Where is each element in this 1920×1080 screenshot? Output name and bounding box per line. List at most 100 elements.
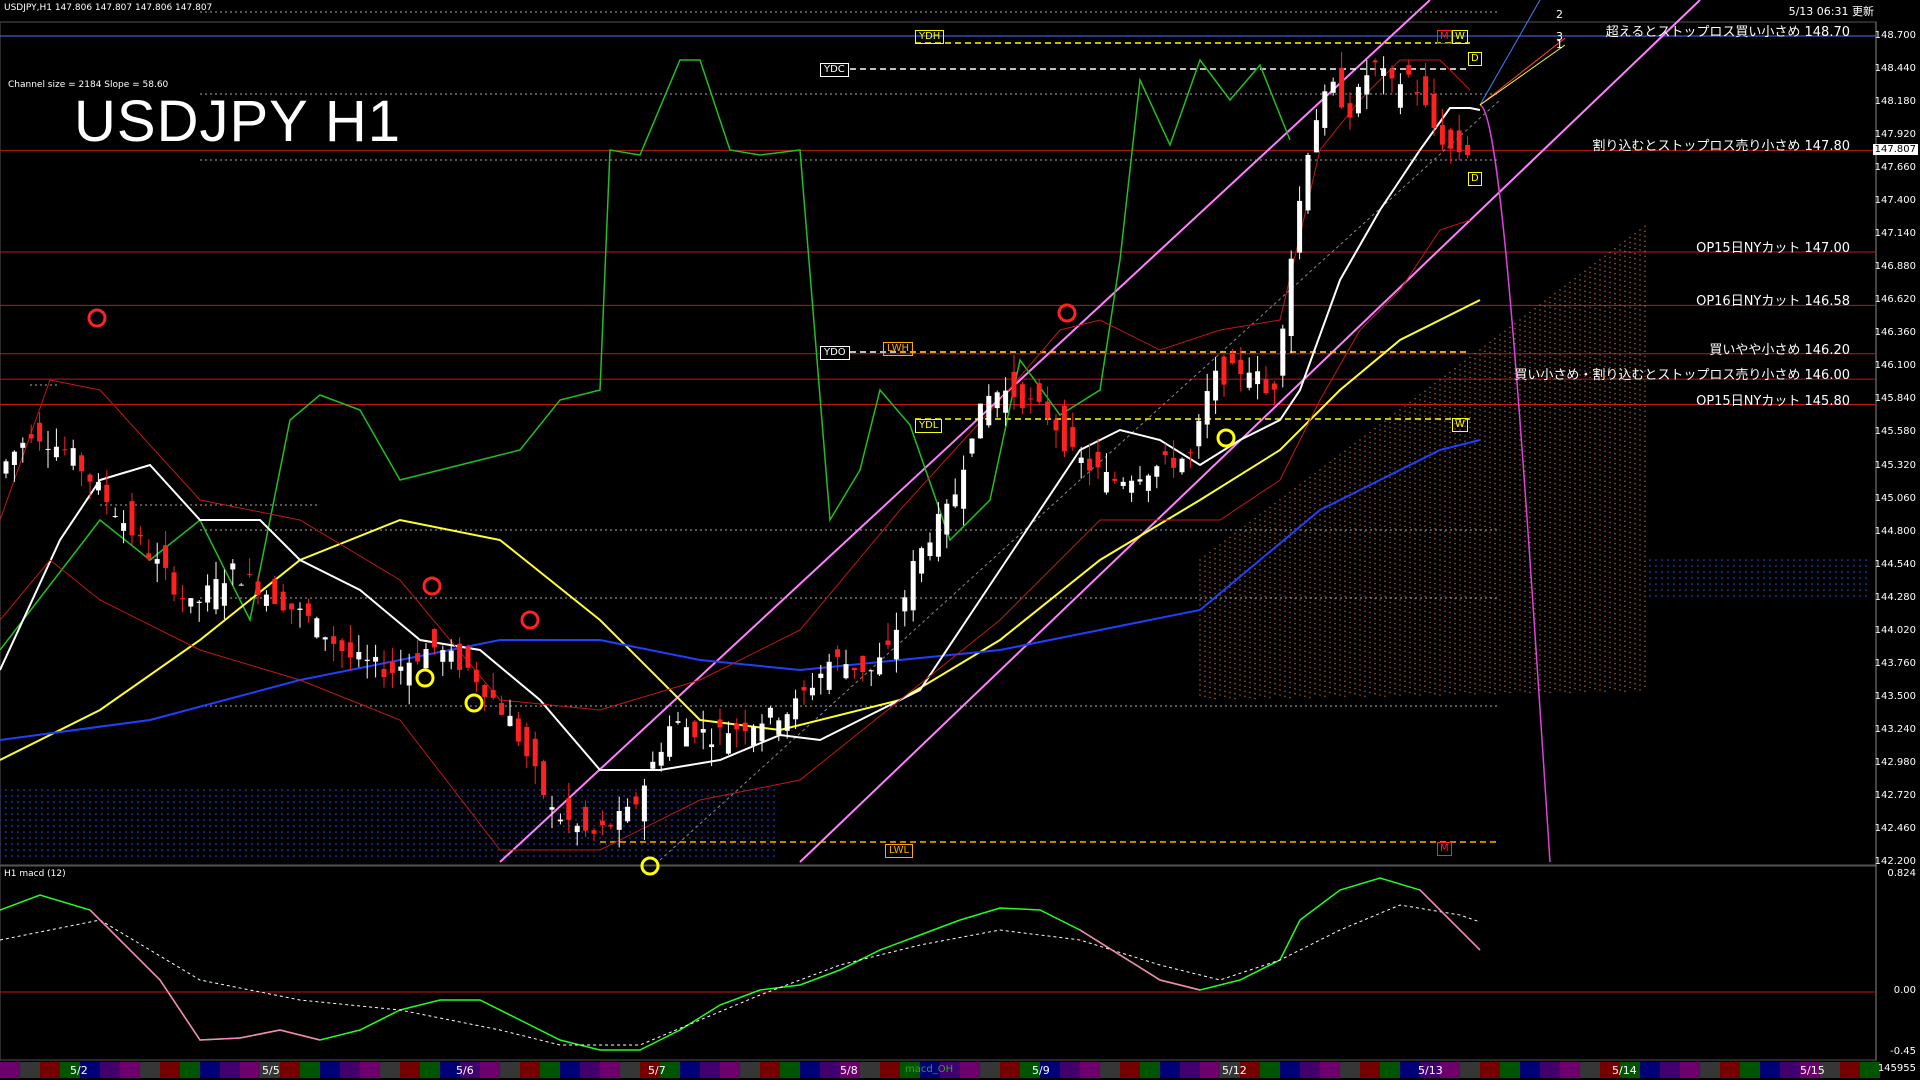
candle-body	[608, 824, 614, 827]
current-price-tag: 147.807	[1872, 144, 1918, 155]
price-chart[interactable]	[0, 0, 1920, 1080]
candle-body	[1070, 427, 1076, 447]
date-label: 5/13	[1418, 1064, 1443, 1077]
date-strip-block	[1320, 1062, 1340, 1078]
date-strip-block	[240, 1062, 260, 1078]
candle-body	[1204, 391, 1210, 425]
date-strip-block	[420, 1062, 440, 1078]
candle-body	[322, 637, 328, 640]
candle-body	[230, 563, 236, 570]
lwl-marker: LWL	[885, 844, 914, 858]
date-strip-block	[1500, 1062, 1520, 1078]
candle-body	[3, 461, 9, 474]
candle-body	[1196, 420, 1202, 447]
candle-body	[364, 659, 370, 662]
candle-body	[826, 661, 832, 690]
m-marker-top: M	[1437, 30, 1452, 44]
date-strip-block	[780, 1062, 800, 1078]
candle-body	[650, 761, 656, 769]
candle-body	[1406, 65, 1412, 75]
date-label: 5/7	[648, 1064, 666, 1077]
candle-body	[574, 825, 580, 833]
date-strip-block	[1640, 1062, 1660, 1078]
candle-body	[272, 578, 278, 605]
date-strip-block	[1740, 1062, 1760, 1078]
candle-body	[843, 664, 849, 679]
candle-body	[658, 751, 664, 766]
candle-body	[1112, 478, 1118, 481]
candle-body	[53, 446, 59, 458]
macd-falling	[1079, 929, 1201, 991]
candle-body	[877, 657, 883, 675]
candle-body	[952, 494, 958, 507]
date-label: 5/8	[840, 1064, 858, 1077]
date-strip-block	[1840, 1062, 1860, 1078]
candle-body	[776, 720, 782, 735]
chart-title: USDJPY H1	[74, 89, 402, 154]
candle-body	[751, 726, 757, 746]
level-annotation: 買い小さめ・割り込むとストップロス売り小さめ 146.00	[1514, 368, 1850, 384]
candle-body	[1162, 451, 1168, 456]
date-strip-block	[400, 1062, 420, 1078]
candle-body	[734, 723, 740, 730]
date-strip-block	[40, 1062, 60, 1078]
candle-body	[1103, 471, 1109, 493]
date-label: 5/6	[456, 1064, 474, 1077]
date-strip-block	[1080, 1062, 1100, 1078]
price-axis-tick: 143.500	[1874, 690, 1916, 702]
date-strip-block	[20, 1062, 40, 1078]
candle-body	[28, 434, 34, 439]
date-strip-block	[1480, 1062, 1500, 1078]
candle-body	[1313, 120, 1319, 153]
date-strip-block	[1300, 1062, 1320, 1078]
candle-body	[1322, 91, 1328, 128]
candle-body	[977, 403, 983, 439]
candle-body	[1129, 480, 1135, 493]
candle-body	[146, 553, 152, 559]
candle-body	[667, 726, 673, 757]
candle-body	[641, 785, 647, 822]
candle-body	[1423, 76, 1429, 106]
candle-body	[1456, 130, 1462, 153]
projection-line	[1479, 44, 1566, 106]
d-marker-bottom: D	[1468, 172, 1482, 186]
date-strip-block	[560, 1062, 580, 1078]
candle-body	[1011, 371, 1017, 398]
date-strip-block	[1520, 1062, 1540, 1078]
price-axis-tick: 142.720	[1874, 789, 1916, 801]
date-strip-block	[160, 1062, 180, 1078]
candle-body	[45, 448, 51, 450]
ydl-marker: YDL	[915, 419, 943, 433]
candle-body	[809, 687, 815, 696]
date-label: 5/15	[1800, 1064, 1825, 1077]
macd-line	[0, 877, 1481, 1051]
price-axis-tick: 143.240	[1874, 723, 1916, 735]
candle-body	[818, 673, 824, 678]
candle-body	[121, 523, 127, 531]
macd-axis-bottom: -0.45	[1890, 1046, 1916, 1057]
price-axis-tick: 144.280	[1874, 591, 1916, 603]
candle-body	[440, 650, 446, 662]
candle-body	[297, 608, 303, 611]
date-label: 5/9	[1032, 1064, 1050, 1077]
candle-body	[1381, 68, 1387, 76]
candle-body	[356, 652, 362, 660]
date-strip-block	[1460, 1062, 1480, 1078]
candle-body	[1078, 457, 1084, 463]
fractal-marker	[1057, 303, 1077, 323]
d-marker-top: D	[1468, 52, 1482, 66]
candle-body	[801, 687, 807, 691]
date-strip-block	[880, 1062, 900, 1078]
candle-body	[448, 650, 454, 662]
candle-body	[1339, 67, 1345, 108]
candle-body	[591, 830, 597, 834]
price-axis-tick: 148.180	[1874, 96, 1916, 108]
candle-body	[507, 715, 513, 727]
date-strip-block	[1380, 1062, 1400, 1078]
candle-body	[549, 807, 555, 810]
candle-body	[213, 579, 219, 610]
candle-body	[927, 542, 933, 556]
ydh-marker: YDH	[915, 30, 945, 44]
candle-body	[137, 534, 143, 537]
chart-window[interactable]: USDJPY,H1 147.806 147.807 147.806 147.80…	[0, 0, 1920, 1080]
